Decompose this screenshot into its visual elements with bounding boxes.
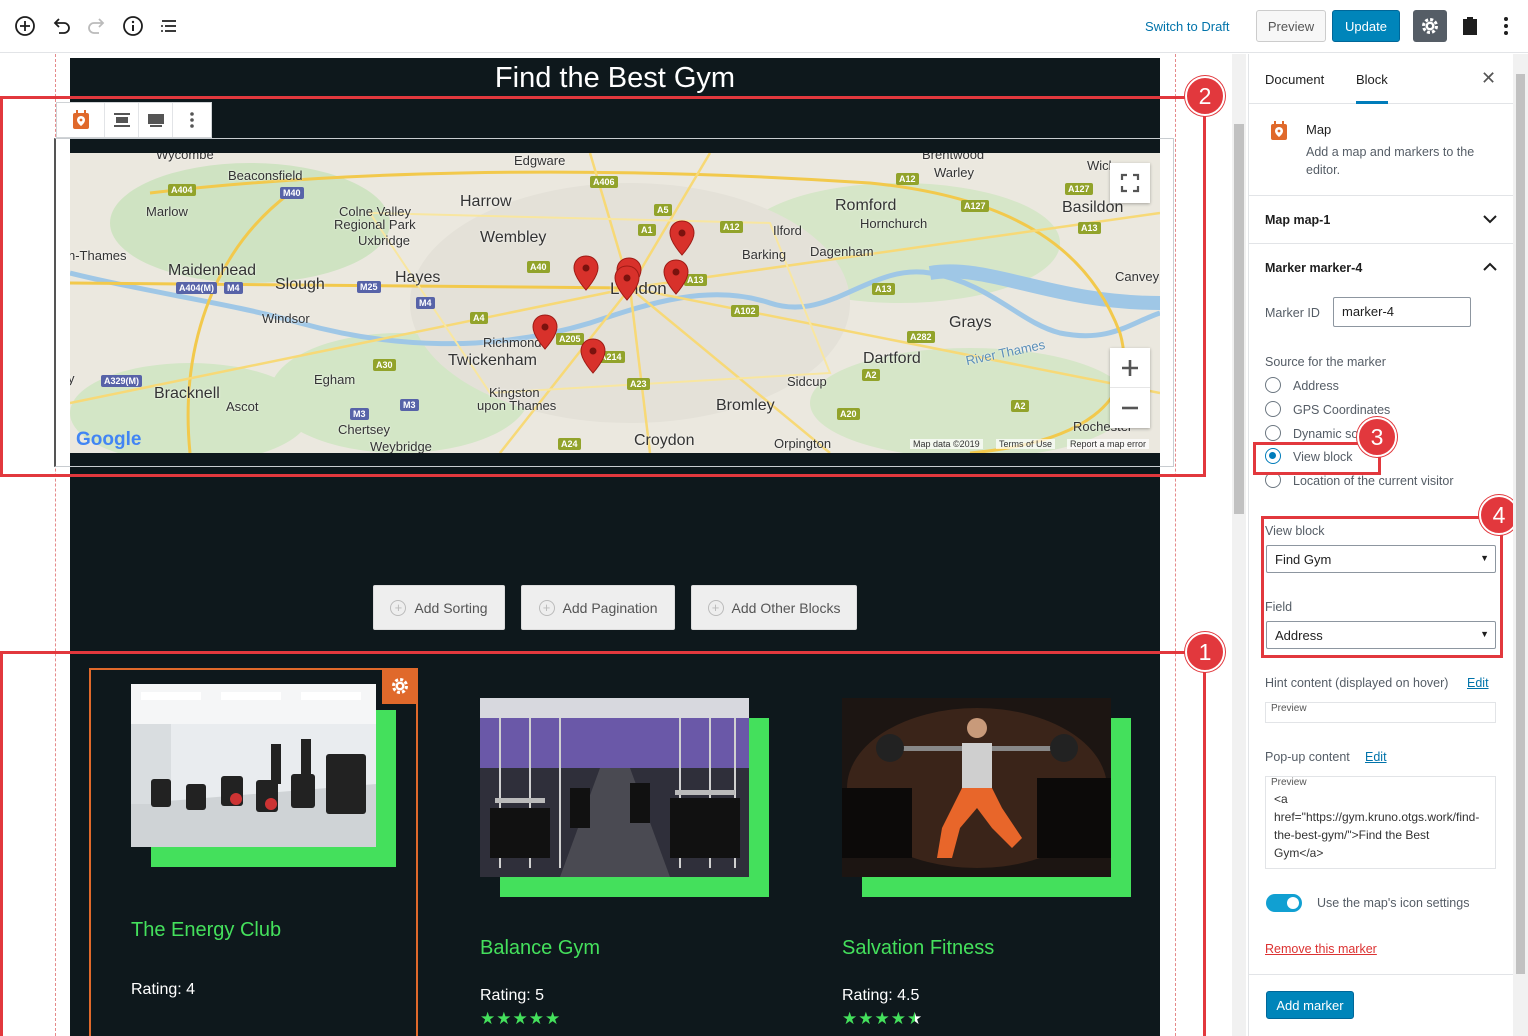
radio-label-dynamic: Dynamic so (1293, 427, 1359, 441)
block-description-line1: Add a map and markers to the (1306, 145, 1475, 159)
chevron-down-icon[interactable] (1483, 214, 1497, 224)
divider (1249, 195, 1513, 196)
marker-id-label: Marker ID (1265, 306, 1320, 320)
popup-content-code: <a href="https://gym.kruno.otgs.work/fin… (1274, 792, 1480, 860)
add-sorting-label: Add Sorting (414, 599, 488, 616)
info-icon[interactable] (120, 13, 146, 39)
sidebar-tabs: Document Block ✕ (1249, 54, 1513, 104)
add-marker-button[interactable]: Add marker (1266, 991, 1354, 1019)
more-options-icon[interactable] (1493, 13, 1519, 39)
use-icon-settings-label: Use the map's icon settings (1317, 896, 1470, 910)
callout-box-cards (0, 651, 1206, 1036)
hint-preview-label: Preview (1271, 703, 1307, 714)
marker-id-input[interactable]: marker-4 (1333, 297, 1471, 327)
plus-circle-icon: + (538, 599, 555, 616)
radio-label-gps: GPS Coordinates (1293, 403, 1391, 417)
editor-scroll-thumb[interactable] (1234, 124, 1244, 514)
hint-edit-link[interactable]: Edit (1467, 676, 1489, 690)
popup-content-label: Pop-up content (1265, 750, 1350, 764)
plus-circle-icon: + (707, 599, 724, 616)
update-button[interactable]: Update (1332, 10, 1400, 42)
radio-dynamic-source[interactable] (1265, 425, 1281, 441)
editor-top-toolbar: Switch to Draft Preview Update (0, 0, 1528, 53)
remove-marker-link[interactable]: Remove this marker (1265, 942, 1377, 956)
editor-canvas: Find the Best Gym Wycombe Edgware Brentw… (0, 54, 1246, 1036)
add-sorting-button[interactable]: + Add Sorting (373, 585, 505, 630)
panel-marker-title[interactable]: Marker marker-4 (1265, 261, 1362, 275)
switch-to-draft-link[interactable]: Switch to Draft (1145, 19, 1230, 34)
plugin-icon[interactable] (1457, 13, 1483, 39)
panel-map-title[interactable]: Map map-1 (1265, 213, 1330, 227)
add-other-blocks-button[interactable]: + Add Other Blocks (691, 585, 857, 630)
preview-button[interactable]: Preview (1256, 10, 1326, 42)
outline-icon[interactable] (156, 13, 182, 39)
block-description-line2: editor. (1306, 163, 1341, 177)
popup-preview-label: Preview (1271, 777, 1307, 788)
redo-icon[interactable] (84, 13, 110, 39)
callout-box-view-block-fields (1261, 516, 1503, 658)
divider (1249, 243, 1513, 244)
tab-block[interactable]: Block (1356, 72, 1388, 104)
map-pin-icon (1271, 121, 1287, 140)
sidebar-scrollbar[interactable] (1513, 54, 1528, 1036)
chevron-up-icon[interactable] (1483, 262, 1497, 272)
undo-icon[interactable] (48, 13, 74, 39)
plus-circle-icon: + (390, 599, 407, 616)
popup-edit-link[interactable]: Edit (1365, 750, 1387, 764)
callout-box-map (0, 96, 1206, 477)
add-pagination-label: Add Pagination (562, 599, 658, 616)
page-heading[interactable]: Find the Best Gym (70, 62, 1160, 95)
hint-preview-box: Preview (1265, 702, 1496, 723)
radio-gps-coordinates[interactable] (1265, 401, 1281, 417)
use-icon-settings-toggle[interactable] (1266, 894, 1302, 912)
tab-document[interactable]: Document (1265, 72, 1324, 87)
settings-sidebar: Document Block ✕ Map Add a map and marke… (1248, 54, 1528, 1036)
add-other-blocks-label: Add Other Blocks (731, 599, 841, 616)
add-pagination-button[interactable]: + Add Pagination (521, 585, 675, 630)
block-name: Map (1306, 122, 1332, 137)
radio-label-address: Address (1293, 379, 1339, 393)
sidebar-scroll-thumb[interactable] (1516, 74, 1525, 974)
editor-scrollbar[interactable] (1232, 54, 1246, 1036)
add-block-icon[interactable] (12, 13, 38, 39)
map-block-icon (1269, 120, 1289, 147)
gear-icon (1422, 18, 1438, 34)
close-sidebar-icon[interactable]: ✕ (1481, 68, 1496, 89)
hint-content-label: Hint content (displayed on hover) (1265, 676, 1449, 690)
settings-button[interactable] (1413, 10, 1447, 42)
callout-number-2: 2 (1185, 76, 1225, 116)
callout-number-3: 3 (1357, 417, 1397, 457)
radio-label-current-visitor: Location of the current visitor (1293, 474, 1454, 488)
divider (1249, 974, 1513, 975)
source-label: Source for the marker (1265, 355, 1386, 369)
callout-number-1: 1 (1185, 632, 1225, 672)
radio-address[interactable] (1265, 377, 1281, 393)
